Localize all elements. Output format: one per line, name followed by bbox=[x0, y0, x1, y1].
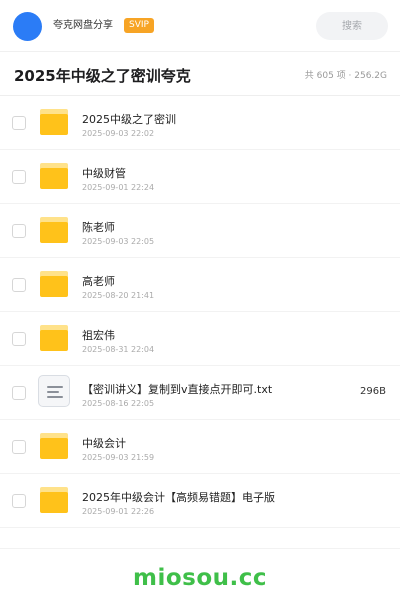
folder-icon bbox=[40, 325, 68, 351]
share-title-bar: 2025年中级之了密训夸克 共 605 项 · 256.2G bbox=[0, 52, 400, 96]
watermark-logo: miosou.cc bbox=[132, 565, 268, 591]
file-name: 中级会计 bbox=[82, 437, 126, 450]
file-row[interactable]: 2025中级之了密训 2025-09-03 22:02 bbox=[0, 96, 400, 150]
file-name: 2025年中级会计【高频易错题】电子版 bbox=[82, 491, 275, 504]
footer: miosou.cc bbox=[0, 548, 400, 600]
file-date: 2025-08-31 22:04 bbox=[82, 345, 155, 354]
file-date: 2025-08-16 22:05 bbox=[82, 399, 155, 408]
site-name: 夸克网盘分享 bbox=[53, 20, 113, 31]
file-size: 296B bbox=[360, 386, 386, 397]
file-name: 陈老师 bbox=[82, 221, 115, 234]
folder-icon bbox=[40, 271, 68, 297]
row-checkbox[interactable] bbox=[12, 170, 26, 184]
folder-icon bbox=[40, 487, 68, 513]
row-checkbox[interactable] bbox=[12, 332, 26, 346]
file-date: 2025-08-20 21:41 bbox=[82, 291, 155, 300]
folder-icon bbox=[40, 217, 68, 243]
folder-icon bbox=[40, 433, 68, 459]
file-name: 【密训讲义】复制到v直接点开即可.txt bbox=[82, 383, 273, 396]
avatar[interactable] bbox=[13, 12, 42, 41]
row-checkbox[interactable] bbox=[12, 494, 26, 508]
file-name: 中级财管 bbox=[82, 167, 126, 180]
file-row[interactable]: 2025年中级会计【高频易错题】电子版 2025-09-01 22:26 bbox=[0, 474, 400, 528]
folder-icon bbox=[40, 109, 68, 135]
text-file-icon bbox=[38, 375, 70, 407]
file-row[interactable]: 祖宏伟 2025-08-31 22:04 bbox=[0, 312, 400, 366]
file-date: 2025-09-01 22:24 bbox=[82, 183, 155, 192]
search-input[interactable] bbox=[316, 12, 388, 40]
file-row[interactable]: 陈老师 2025-09-03 22:05 bbox=[0, 204, 400, 258]
file-date: 2025-09-03 21:59 bbox=[82, 453, 155, 462]
file-date: 2025-09-01 22:26 bbox=[82, 507, 155, 516]
file-date: 2025-09-03 22:05 bbox=[82, 237, 155, 246]
share-summary: 共 605 项 · 256.2G bbox=[304, 71, 387, 81]
page-title: 2025年中级之了密训夸克 bbox=[14, 67, 191, 85]
row-checkbox[interactable] bbox=[12, 440, 26, 454]
file-row[interactable]: 【密训讲义】复制到v直接点开即可.txt 2025-08-16 22:05 296B bbox=[0, 366, 400, 420]
row-checkbox[interactable] bbox=[12, 224, 26, 238]
file-row[interactable]: 中级财管 2025-09-01 22:24 bbox=[0, 150, 400, 204]
row-checkbox[interactable] bbox=[12, 386, 26, 400]
svip-badge: SVIP bbox=[124, 18, 154, 33]
file-date: 2025-09-03 22:02 bbox=[82, 129, 155, 138]
top-header: 夸克网盘分享 SVIP bbox=[0, 0, 400, 52]
row-checkbox[interactable] bbox=[12, 116, 26, 130]
file-name: 高老师 bbox=[82, 275, 115, 288]
file-row[interactable]: 高老师 2025-08-20 21:41 bbox=[0, 258, 400, 312]
file-name: 祖宏伟 bbox=[82, 329, 115, 342]
folder-icon bbox=[40, 163, 68, 189]
file-list: 2025中级之了密训 2025-09-03 22:02 中级财管 2025-09-01… bbox=[0, 96, 400, 528]
file-name: 2025中级之了密训 bbox=[82, 113, 176, 126]
file-row[interactable]: 中级会计 2025-09-03 21:59 bbox=[0, 420, 400, 474]
row-checkbox[interactable] bbox=[12, 278, 26, 292]
